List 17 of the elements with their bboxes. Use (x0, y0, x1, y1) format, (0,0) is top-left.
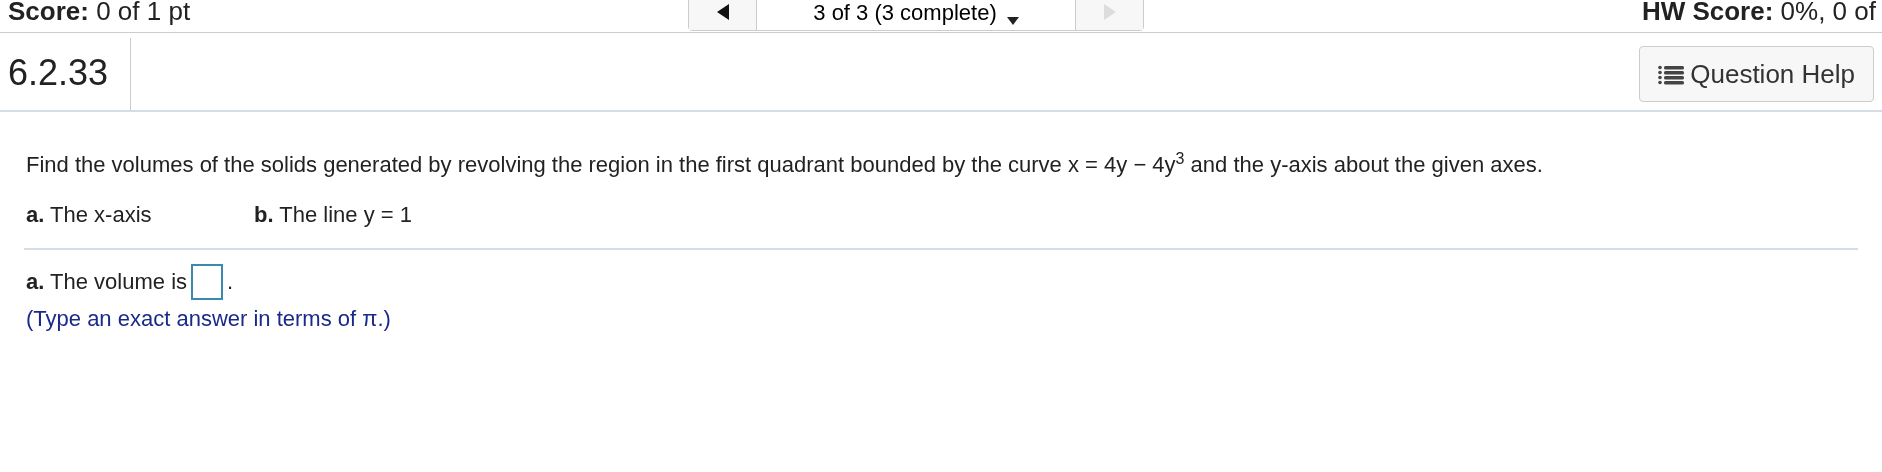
hw-score-text: HW Score: 0%, 0 of (1641, 0, 1876, 24)
answer-box[interactable] (191, 264, 223, 301)
part-label: b. The line y = 1 (254, 202, 412, 229)
part-label: a. The x-axis (26, 202, 153, 229)
caret-icon (1006, 17, 1019, 25)
question-help-button[interactable]: Question Help (1639, 46, 1874, 102)
hint-text: (Type an exact answer in terms of π.) (26, 306, 392, 333)
question-number: 6.2.33 (0, 38, 132, 110)
question-dropdown[interactable]: 3 of 3 (3 complete) (757, 0, 1075, 30)
list-icon (1658, 63, 1685, 85)
right-arrow-icon (1103, 4, 1116, 20)
previous-button[interactable] (689, 0, 757, 30)
period-text: . (227, 269, 234, 296)
left-arrow-icon (716, 4, 729, 20)
score-text: Score: 0 of 1 pt (8, 0, 191, 24)
question-text: Find the volumes of the solids generated by revolving the region in the first quadrant bounded by the curve x = 4y − 4y$^{3}$ and the y-axis about the given axes. (26, 149, 1544, 180)
answer-label: a. The volume is (26, 269, 187, 296)
